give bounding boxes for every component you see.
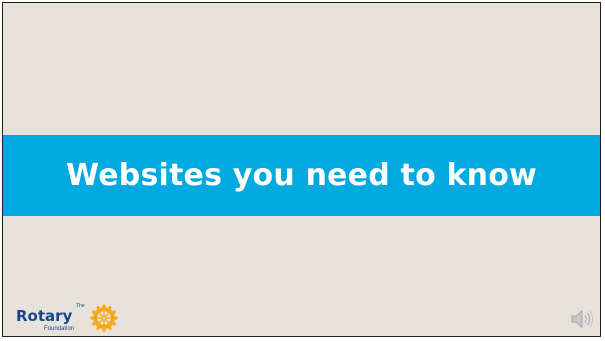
speaker-icon[interactable]: [569, 308, 595, 330]
presentation-slide: Websites you need to know The Rotary Fou…: [2, 2, 601, 337]
slide-title: Websites you need to know: [66, 158, 537, 193]
logo-foundation-text: Foundation: [44, 326, 75, 332]
logo-brand-text: Rotary: [16, 307, 73, 325]
rotary-wheel-icon: [90, 304, 118, 332]
logo-the-text: The: [76, 303, 85, 309]
rotary-foundation-logo: The Rotary Foundation: [14, 303, 126, 335]
title-band: Websites you need to know: [3, 135, 600, 216]
